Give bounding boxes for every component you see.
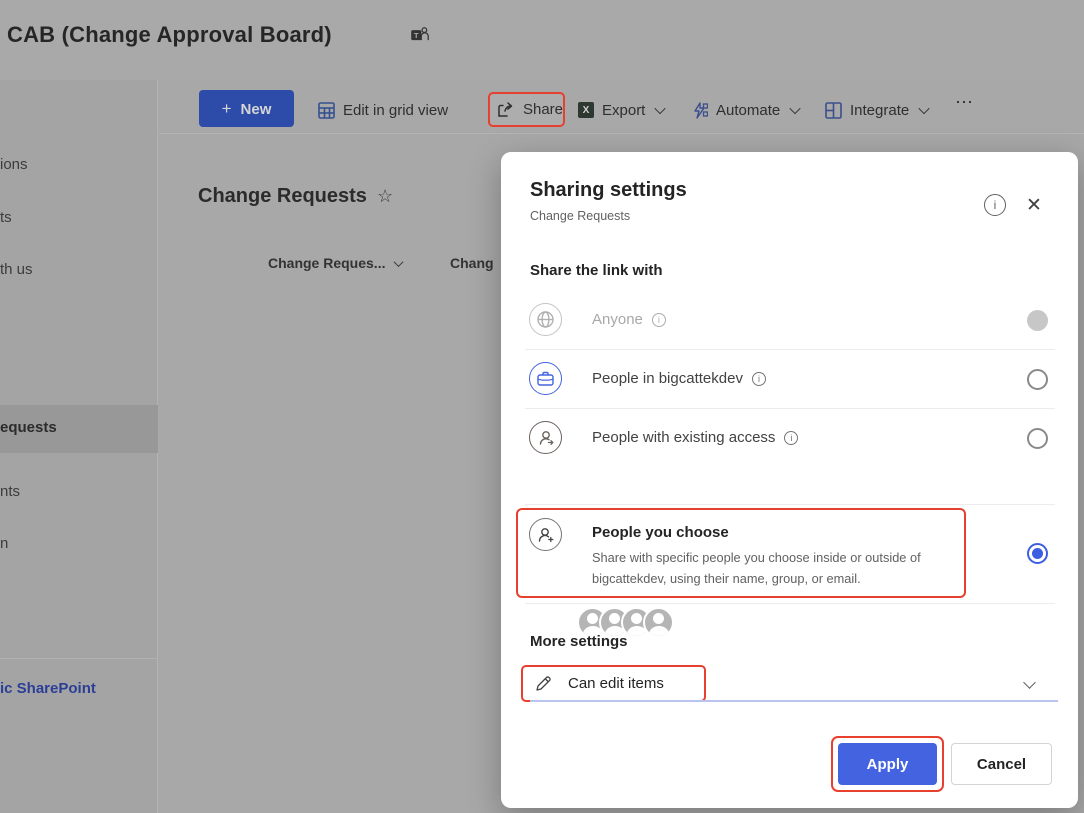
option-people-in-org[interactable]: People in bigcattekdev i xyxy=(592,370,766,387)
option-existing-access[interactable]: People with existing access i xyxy=(592,429,799,446)
dialog-subtitle: Change Requests xyxy=(530,209,631,223)
column-header-label: Change Reques... xyxy=(268,255,386,271)
pencil-icon xyxy=(536,675,551,691)
sidebar-item[interactable]: th us xyxy=(0,261,33,278)
divider xyxy=(525,349,1055,350)
sidebar-item[interactable]: n xyxy=(0,535,8,552)
info-icon[interactable]: i xyxy=(751,371,766,386)
share-button-label: Share xyxy=(522,101,563,118)
chevron-down-icon xyxy=(394,256,404,267)
option-label: Anyone xyxy=(592,311,643,328)
sidebar: ions ts th us equests nts n ic SharePoin… xyxy=(0,80,158,813)
app-header: CAB (Change Approval Board) T xyxy=(0,0,1084,80)
info-icon[interactable]: i xyxy=(784,430,799,445)
sidebar-item-selected[interactable]: equests xyxy=(0,405,158,453)
briefcase-icon xyxy=(529,362,562,395)
divider xyxy=(525,603,1055,604)
radio-anyone xyxy=(1027,310,1048,331)
integrate-label: Integrate xyxy=(850,101,910,119)
sidebar-item[interactable]: ions xyxy=(0,156,28,173)
integrate-icon xyxy=(825,101,842,119)
dialog-title: Sharing settings xyxy=(530,179,687,201)
permission-value: Can edit items xyxy=(568,675,664,692)
sidebar-item-label: equests xyxy=(0,419,57,436)
cancel-button[interactable]: Cancel xyxy=(951,743,1052,785)
permission-dropdown[interactable]: Can edit items xyxy=(521,665,706,702)
teams-icon: T xyxy=(411,27,429,41)
apply-annotation: Apply xyxy=(831,736,944,792)
more-commands-button[interactable]: ⋯ xyxy=(955,92,974,113)
radio-people-in-org[interactable] xyxy=(1027,369,1048,390)
chevron-down-icon xyxy=(654,102,667,115)
dropdown-underline xyxy=(530,700,1058,702)
apply-button[interactable]: Apply xyxy=(838,743,937,785)
favorite-star-icon[interactable]: ☆ xyxy=(377,186,393,207)
sidebar-divider xyxy=(0,658,158,659)
screen: CAB (Change Approval Board) T ions ts th… xyxy=(0,0,1084,813)
toolbar-separator xyxy=(159,133,1084,134)
svg-text:T: T xyxy=(414,31,419,40)
option-label: People with existing access xyxy=(592,429,776,446)
edit-in-grid-view-button[interactable]: Edit in grid view xyxy=(318,95,448,125)
automate-button[interactable]: Automate xyxy=(691,95,801,125)
automate-label: Automate xyxy=(716,101,781,119)
new-button[interactable]: + New xyxy=(199,90,294,127)
person-add-icon xyxy=(529,518,562,551)
automate-icon xyxy=(694,101,708,119)
option-people-you-choose-description: Share with specific people you choose in… xyxy=(592,550,921,586)
integrate-button[interactable]: Integrate xyxy=(825,95,930,125)
share-link-with-heading: Share the link with xyxy=(530,262,663,279)
option-anyone: Anyone i xyxy=(592,311,666,328)
export-label: Export xyxy=(602,101,646,119)
divider xyxy=(525,504,1055,505)
export-button[interactable]: X Export xyxy=(578,95,667,125)
page-title: CAB (Change Approval Board) xyxy=(7,22,332,47)
column-header[interactable]: Change Reques... xyxy=(268,255,404,271)
chevron-down-icon[interactable] xyxy=(1023,676,1036,689)
chevron-down-icon xyxy=(789,102,801,115)
close-icon[interactable]: ✕ xyxy=(1022,194,1046,218)
sidebar-item[interactable]: ts xyxy=(0,209,12,226)
column-header-label: Chang xyxy=(450,255,494,271)
plus-icon: + xyxy=(221,98,232,118)
option-people-you-choose-label[interactable]: People you choose xyxy=(592,524,729,541)
chevron-down-icon xyxy=(918,102,930,115)
avatar xyxy=(643,607,674,638)
person-icon xyxy=(529,421,562,454)
share-icon xyxy=(498,101,513,117)
radio-existing-access[interactable] xyxy=(1027,428,1048,449)
radio-people-you-choose[interactable] xyxy=(1027,543,1048,564)
sidebar-item[interactable]: nts xyxy=(0,483,20,500)
more-settings-heading: More settings xyxy=(530,633,628,650)
classic-sharepoint-link[interactable]: ic SharePoint xyxy=(0,680,96,697)
divider xyxy=(525,408,1055,409)
grid-view-icon xyxy=(318,101,335,119)
list-title: Change Requests xyxy=(198,185,367,207)
globe-icon xyxy=(529,303,562,336)
new-button-label: New xyxy=(240,100,272,118)
sharing-settings-dialog: Sharing settings Change Requests i ✕ Sha… xyxy=(501,152,1078,808)
share-button[interactable]: Share xyxy=(488,92,565,127)
option-label: People in bigcattekdev xyxy=(592,370,743,387)
info-icon: i xyxy=(651,312,666,327)
edit-in-grid-view-label: Edit in grid view xyxy=(343,101,449,119)
info-icon[interactable]: i xyxy=(984,194,1006,216)
excel-icon: X xyxy=(578,102,594,118)
column-header[interactable]: Chang xyxy=(450,255,494,271)
